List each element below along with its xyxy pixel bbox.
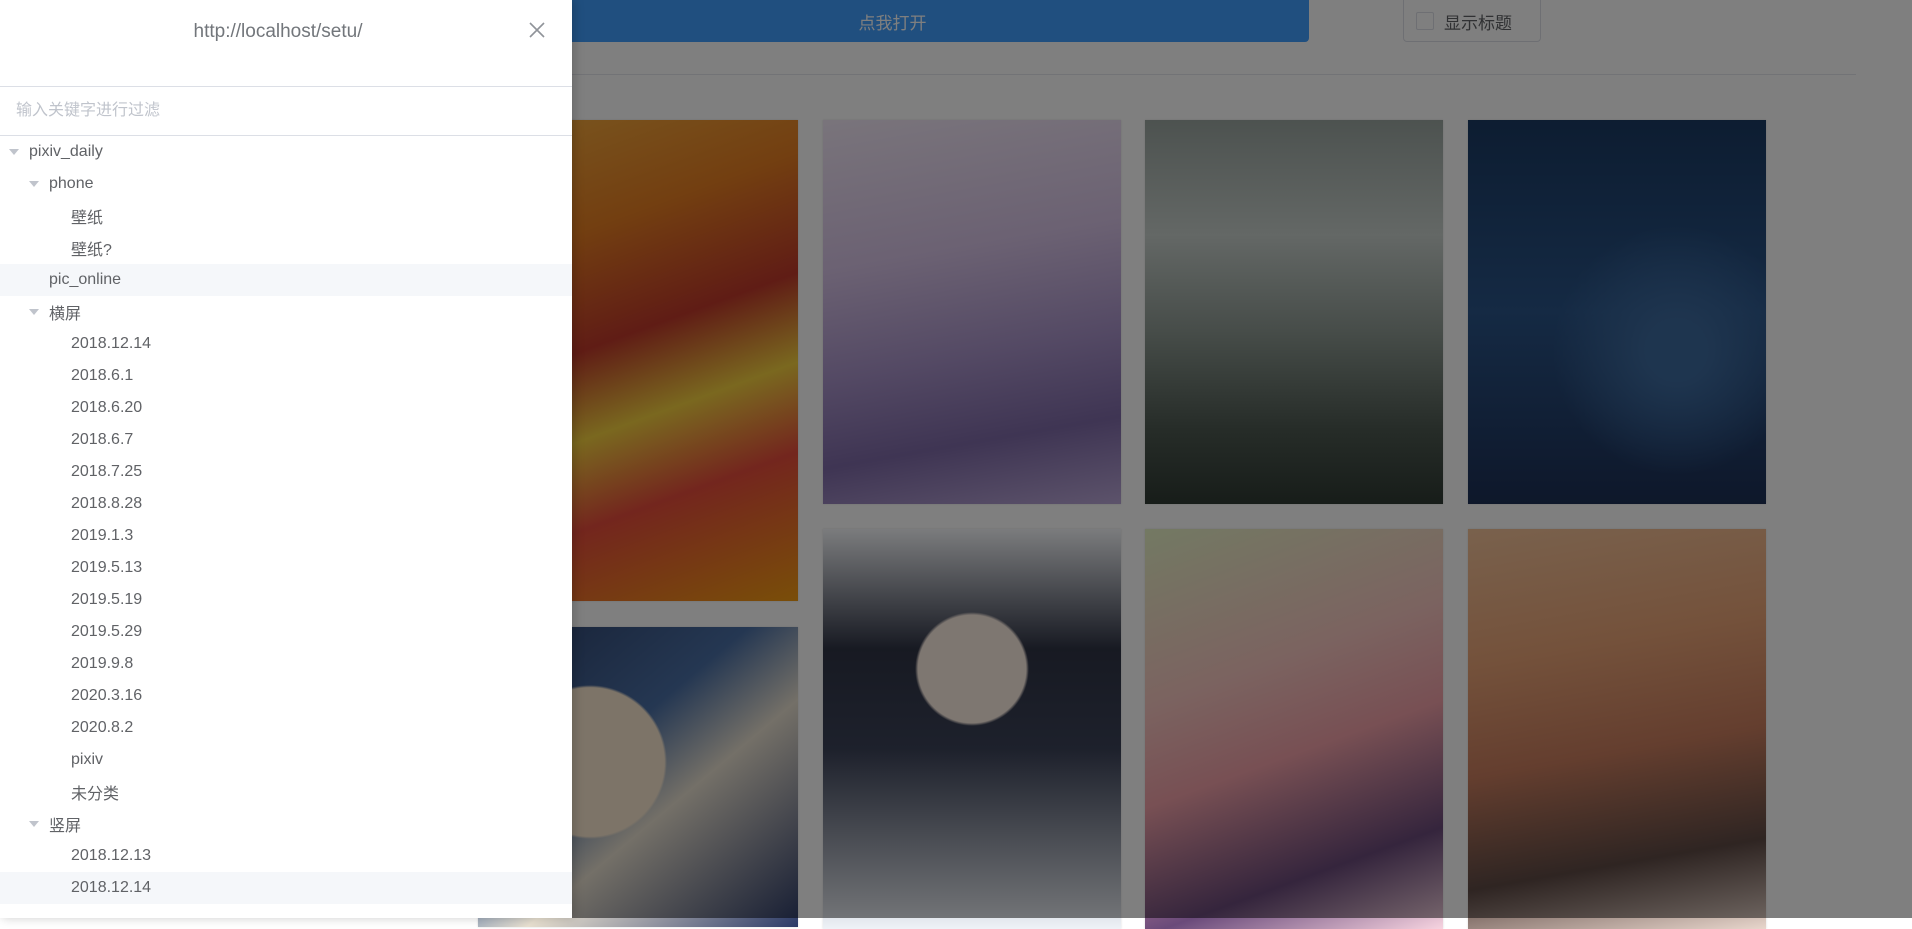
tree-node[interactable]: phone [0, 168, 572, 200]
tree-node-label: 2020.3.16 [71, 687, 143, 704]
tree-node[interactable]: 2018.12.14 [0, 328, 572, 360]
tree-node[interactable]: 2018.6.7 [0, 424, 572, 456]
drawer-header: http://localhost/setu/ [0, 0, 572, 64]
tree-node-label: phone [49, 175, 94, 192]
tree-node[interactable]: 壁纸 [0, 200, 572, 232]
tree-node[interactable]: 2018.12.14 [0, 872, 572, 904]
filter-wrapper [0, 86, 572, 136]
tree-node[interactable]: 2019.5.13 [0, 552, 572, 584]
tree-node-label: 2018.12.13 [71, 847, 152, 864]
tree-node[interactable]: 2019.9.8 [0, 648, 572, 680]
tree-node-label: 2018.12.14 [71, 879, 152, 896]
tree-node[interactable]: 2018.7.25 [0, 456, 572, 488]
filter-input[interactable] [0, 86, 572, 136]
tree-node[interactable]: 2019.5.19 [0, 584, 572, 616]
folder-tree: pixiv_dailyphone 壁纸壁纸? pic_online 横屏 2018.12… [0, 136, 572, 904]
caret-down-icon[interactable] [9, 149, 19, 155]
tree-node-label: 2019.9.8 [71, 655, 134, 672]
tree-node-label: 竖屏 [49, 818, 82, 835]
tree-node[interactable]: 2020.3.16 [0, 680, 572, 712]
tree-node[interactable]: 2018.6.1 [0, 360, 572, 392]
tree-node[interactable]: 壁纸? [0, 232, 572, 264]
tree-node[interactable]: 2020.8.2 [0, 712, 572, 744]
tree-node-label: 壁纸 [71, 210, 104, 227]
tree-node-label: pic_online [49, 271, 122, 288]
tree-node-label: 2019.5.29 [71, 623, 143, 640]
tree-node[interactable]: pic_online [0, 264, 572, 296]
tree-node-label: pixiv_daily [29, 143, 103, 160]
tree-node[interactable]: 横屏 [0, 296, 572, 328]
tree-node-label: 2018.6.1 [71, 367, 134, 384]
tree-node-label: 2019.5.19 [71, 591, 143, 608]
tree-node-label: 2018.12.14 [71, 335, 152, 352]
tree-node-label: 2018.6.20 [71, 399, 143, 416]
caret-down-icon[interactable] [29, 821, 39, 827]
tree-node-label: 2019.5.13 [71, 559, 143, 576]
tree-node[interactable]: pixiv_daily [0, 136, 572, 168]
tree-node[interactable]: 2018.6.20 [0, 392, 572, 424]
tree-node-label: 2018.7.25 [71, 463, 143, 480]
tree-node[interactable]: 2019.5.29 [0, 616, 572, 648]
tree-node-label: 横屏 [49, 306, 82, 323]
tree-node-label: 2020.8.2 [71, 719, 134, 736]
caret-down-icon[interactable] [29, 181, 39, 187]
tree-node-label: 壁纸? [71, 242, 112, 259]
tree-node[interactable]: 未分类 [0, 776, 572, 808]
tree-node-label: 2019.1.3 [71, 527, 134, 544]
tree-node-label: 2018.6.7 [71, 431, 134, 448]
folder-drawer: http://localhost/setu/ pixiv_dailyphone 壁… [0, 0, 572, 918]
tree-node-label: 2018.8.28 [71, 495, 143, 512]
tree-node[interactable]: pixiv [0, 744, 572, 776]
drawer-title: http://localhost/setu/ [193, 21, 363, 42]
close-icon[interactable] [528, 21, 546, 39]
tree-node[interactable]: 竖屏 [0, 808, 572, 840]
caret-down-icon[interactable] [29, 309, 39, 315]
tree-node[interactable]: 2018.8.28 [0, 488, 572, 520]
tree-node-label: 未分类 [71, 786, 120, 803]
tree-node[interactable]: 2018.12.13 [0, 840, 572, 872]
tree-node-label: pixiv [71, 751, 104, 768]
tree-node[interactable]: 2019.1.3 [0, 520, 572, 552]
